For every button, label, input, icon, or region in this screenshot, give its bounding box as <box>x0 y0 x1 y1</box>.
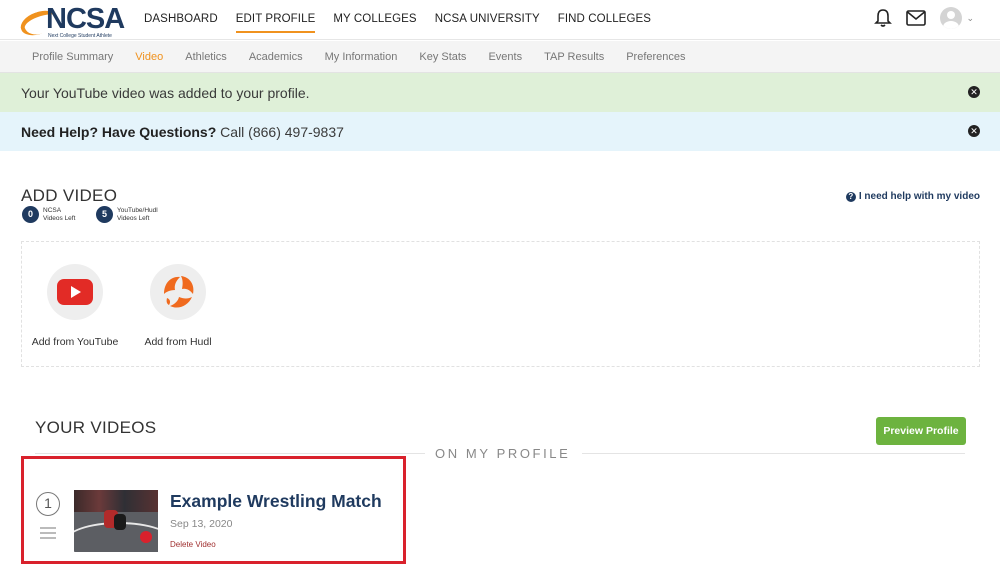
tab-tap-results[interactable]: TAP Results <box>544 51 604 63</box>
preview-profile-button[interactable]: Preview Profile <box>876 417 966 445</box>
tab-key-stats[interactable]: Key Stats <box>419 51 466 63</box>
logo-text: NCSA <box>46 3 125 35</box>
add-from-youtube-label: Add from YouTube <box>31 336 119 348</box>
profile-subnav: Profile Summary Video Athletics Academic… <box>0 41 1000 73</box>
help-phone: Call (866) 497-9837 <box>216 124 344 140</box>
yt-count-sublabel: Videos Left <box>117 214 150 222</box>
yt-count-label: YouTube/Hudl <box>117 206 158 214</box>
youtube-icon <box>47 264 103 320</box>
chevron-down-icon[interactable]: ⌄ <box>966 13 974 24</box>
nav-find-colleges[interactable]: FIND COLLEGES <box>558 13 651 33</box>
tab-video[interactable]: Video <box>135 51 163 63</box>
avatar[interactable] <box>940 7 963 29</box>
success-alert: Your YouTube video was added to your pro… <box>0 73 1000 112</box>
video-title[interactable]: Example Wrestling Match <box>170 491 382 512</box>
tab-profile-summary[interactable]: Profile Summary <box>32 51 113 63</box>
hudl-icon <box>150 264 206 320</box>
help-message: Need Help? Have Questions? Call (866) 49… <box>21 124 344 140</box>
video-date: Sep 13, 2020 <box>170 518 233 530</box>
video-order-number: 1 <box>36 492 60 516</box>
divider <box>582 453 965 454</box>
tab-academics[interactable]: Academics <box>249 51 303 63</box>
help-message-bold: Need Help? Have Questions? <box>21 124 217 140</box>
help-alert: Need Help? Have Questions? Call (866) 49… <box>0 112 1000 151</box>
add-video-sources: Add from YouTube Add from Hudl <box>21 241 980 367</box>
nav-dashboard[interactable]: DASHBOARD <box>144 13 218 33</box>
top-icons: ⌄ <box>874 7 974 29</box>
ncsa-videos-counter: 0 NCSA Videos Left <box>22 206 75 223</box>
play-icon <box>140 531 152 543</box>
divider <box>35 453 425 454</box>
ncsa-count-sublabel: Videos Left <box>43 214 76 222</box>
on-my-profile-label: ON MY PROFILE <box>435 446 571 461</box>
question-icon: ? <box>845 191 856 202</box>
delete-video-link[interactable]: Delete Video <box>170 540 216 549</box>
video-help-label: I need help with my video <box>858 191 980 202</box>
ncsa-count-badge: 0 <box>22 206 39 223</box>
add-from-hudl-label: Add from Hudl <box>144 336 212 348</box>
tab-athletics[interactable]: Athletics <box>185 51 227 63</box>
mail-icon[interactable] <box>906 10 927 26</box>
main-nav: DASHBOARD EDIT PROFILE MY COLLEGES NCSA … <box>144 13 669 33</box>
tab-my-information[interactable]: My Information <box>325 51 398 63</box>
logo-tagline: Next College Student Athlete <box>48 33 112 39</box>
ncsa-logo[interactable]: NCSA Next College Student Athlete <box>17 3 128 40</box>
nav-edit-profile[interactable]: EDIT PROFILE <box>235 13 316 33</box>
yt-count-badge: 5 <box>96 206 113 223</box>
video-thumbnail[interactable] <box>74 490 158 552</box>
video-help-link[interactable]: ? I need help with my video <box>845 191 980 202</box>
bell-icon[interactable] <box>874 8 893 28</box>
add-from-youtube-button[interactable]: Add from YouTube <box>20 264 130 348</box>
tab-preferences[interactable]: Preferences <box>626 51 685 63</box>
tab-events[interactable]: Events <box>488 51 522 63</box>
ncsa-count-label: NCSA <box>43 206 62 214</box>
top-navbar: NCSA Next College Student Athlete DASHBO… <box>0 0 1000 40</box>
nav-my-colleges[interactable]: MY COLLEGES <box>333 13 416 33</box>
close-icon[interactable]: ✕ <box>968 125 980 137</box>
youtube-hudl-videos-counter: 5 YouTube/Hudl Videos Left <box>96 206 158 223</box>
nav-ncsa-university[interactable]: NCSA UNIVERSITY <box>435 13 540 33</box>
video-list-item[interactable]: 1 Example Wrestling Match Sep 13, 2020 D… <box>21 456 406 564</box>
your-videos-heading: YOUR VIDEOS <box>35 418 157 437</box>
close-icon[interactable]: ✕ <box>968 86 980 98</box>
drag-handle-icon[interactable] <box>40 527 56 542</box>
add-video-heading: ADD VIDEO <box>21 186 118 205</box>
success-message: Your YouTube video was added to your pro… <box>21 85 310 101</box>
add-from-hudl-button[interactable]: Add from Hudl <box>123 264 233 348</box>
